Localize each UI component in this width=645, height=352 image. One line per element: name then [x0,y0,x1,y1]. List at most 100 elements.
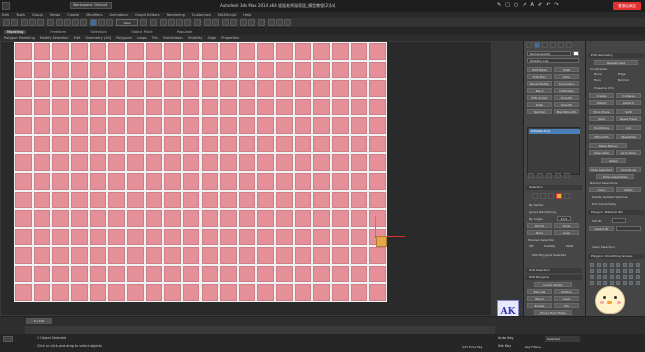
view-align-button[interactable]: View Align [589,150,614,155]
polygon-face[interactable] [201,265,219,283]
loop-button[interactable]: Loop [554,230,579,235]
polygon-face[interactable] [332,98,349,116]
polygon-face[interactable] [126,80,144,97]
create-button[interactable]: Create [589,93,614,98]
polygon-face[interactable] [313,210,331,227]
polygon-face[interactable] [182,228,200,246]
polygon-face[interactable] [33,117,51,134]
polygon-face[interactable] [238,98,256,116]
polygon-face[interactable] [164,247,181,264]
polygon-face[interactable] [126,210,144,227]
reset-plane-button[interactable]: Reset Plane [616,116,641,121]
quickslice-button[interactable]: QuickSlice [589,125,614,130]
polygon-face[interactable] [145,117,163,134]
polygon-face[interactable] [52,135,69,153]
polygon-face[interactable] [238,43,256,60]
polygon-face[interactable] [33,172,51,190]
polygon-face[interactable] [126,247,144,264]
polygon-face[interactable] [350,247,368,264]
smoothing-group-button[interactable] [635,269,640,273]
slice-button[interactable]: Slice [589,116,614,121]
polygon-face[interactable] [294,98,312,116]
polygon-face[interactable] [145,191,163,209]
polygon-face[interactable] [257,154,275,171]
polygon-face[interactable] [313,135,331,153]
polygon-face[interactable] [332,210,349,227]
smoothing-group-button[interactable] [609,275,614,279]
utilities-tab-icon[interactable] [566,42,572,48]
polygon-face[interactable] [313,98,331,116]
polygon-face[interactable] [238,80,256,97]
link-icon[interactable] [21,19,28,26]
polygon-face[interactable] [257,247,275,264]
polygon-face[interactable] [70,265,88,283]
move-gizmo-plane[interactable] [376,236,387,247]
polygon-face[interactable] [15,61,32,79]
polygon-face[interactable] [276,43,293,60]
polygon-mode-icon[interactable] [556,193,562,199]
full-interactivity-checkbox[interactable]: Full Interactivity [592,202,616,206]
meshsmooth-button[interactable]: MeshSmooth [554,109,579,114]
show-end-result-icon[interactable] [537,173,543,178]
ignore-backfacing-checkbox[interactable]: Ignore Backfacing [529,210,556,214]
polygon-face[interactable] [145,284,163,301]
time-slider[interactable]: 0 / 100 [26,318,52,324]
polygon-face[interactable] [332,191,349,209]
polygon-face[interactable] [108,80,125,97]
gizmo-y-axis[interactable] [375,216,376,238]
polygon-face[interactable] [33,284,51,301]
polygon-face[interactable] [164,228,181,246]
polygon-face[interactable] [145,43,163,60]
polygon-face[interactable] [294,43,312,60]
polygon-face[interactable] [313,228,331,246]
polygon-face[interactable] [145,265,163,283]
polygon-face[interactable] [126,265,144,283]
align-icon[interactable] [212,19,219,26]
make-planar-button[interactable]: Make Planar [589,143,627,148]
polygon-face[interactable] [201,43,219,60]
polygon-face[interactable] [350,43,368,60]
redo-icon[interactable]: ↷ [554,2,558,8]
smoothing-group-button[interactable] [596,263,601,267]
unlink-icon[interactable] [29,19,36,26]
smoothing-group-button[interactable] [616,275,620,279]
redo-icon[interactable] [11,19,18,26]
polygon-face[interactable] [220,172,237,190]
select-object-icon[interactable] [56,19,63,26]
detach-button[interactable]: Detach [616,100,641,105]
polygon-face[interactable] [238,247,256,264]
polygon-face[interactable] [182,284,200,301]
polygon-face[interactable] [238,172,256,190]
percent-snap-icon[interactable] [176,19,183,26]
polygon-face[interactable] [164,80,181,97]
polygon-face[interactable] [15,154,32,171]
polygon-face[interactable] [201,228,219,246]
polygon-face[interactable] [276,210,293,227]
polygon-face[interactable] [313,80,331,97]
edit-geometry-header[interactable]: Edit Geometry [588,53,644,58]
angle-spinner[interactable]: 45.0 [557,216,571,221]
polygon-face[interactable] [294,228,312,246]
polygon-face[interactable] [108,117,125,134]
smoothing-group-button[interactable] [629,263,633,267]
slice-plane-button[interactable]: Slice Plane [589,109,614,114]
polygon-face[interactable] [313,61,331,79]
polygon-face[interactable] [89,80,107,97]
polygon-face[interactable] [257,284,275,301]
polygon-face[interactable] [332,61,349,79]
constraint-edge-radio[interactable]: Edge [618,72,626,76]
polygon-face[interactable] [257,191,275,209]
mirror-icon[interactable] [204,19,211,26]
polygon-face[interactable] [108,61,125,79]
graphite-ribbon-icon[interactable] [230,19,237,26]
polygon-face[interactable] [15,43,32,60]
polygon-face[interactable] [313,265,331,283]
cut-button[interactable]: Cut [616,125,641,130]
bend-button[interactable]: Bend [527,88,552,93]
polygon-face[interactable] [201,80,219,97]
polygon-face[interactable] [350,135,368,153]
smoothing-group-button[interactable] [596,275,601,279]
polygon-face[interactable] [257,172,275,190]
polygon-face[interactable] [126,191,144,209]
polygon-face[interactable] [350,117,368,134]
